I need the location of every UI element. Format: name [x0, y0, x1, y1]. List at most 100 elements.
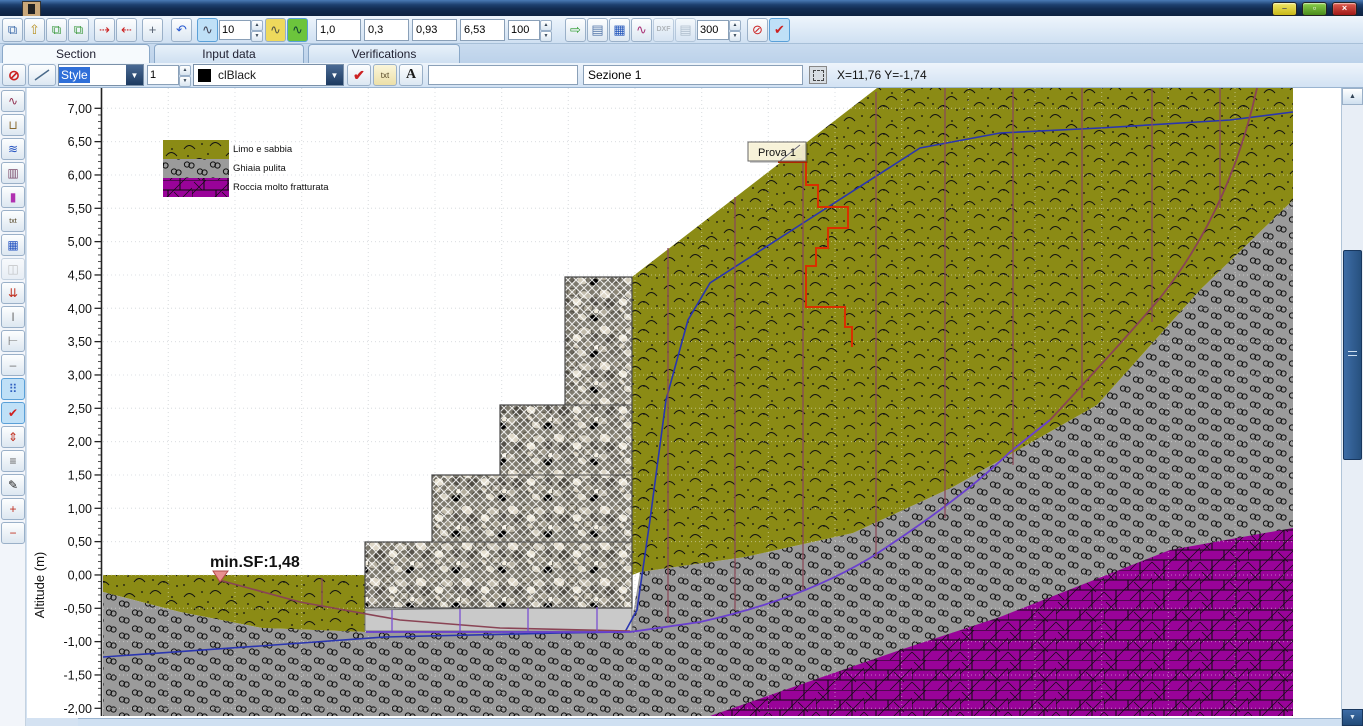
text-button[interactable]: txt [373, 64, 397, 86]
remove-vertex-button[interactable]: − [1, 522, 25, 544]
vertical-scrollbar[interactable]: ▲ ▼ [1341, 88, 1363, 726]
water-table-button[interactable]: ≋ [1, 138, 25, 160]
width-input[interactable] [147, 65, 179, 85]
section-name-input[interactable] [583, 65, 803, 85]
region-select-button[interactable] [809, 66, 827, 84]
report-icon: ▤ [679, 22, 691, 38]
load-arrows-button[interactable]: ⇊ [1, 282, 25, 304]
color-value: clBlack [215, 68, 326, 82]
pile-button[interactable]: ▮ [1, 186, 25, 208]
text-tool-button[interactable]: txt [1, 210, 25, 232]
cancel-icon: ⊘ [752, 22, 763, 38]
width-spinner[interactable]: ▲▼ [147, 65, 191, 85]
report-button[interactable]: ▤ [675, 18, 696, 42]
param4-field[interactable] [460, 19, 505, 41]
table-button[interactable]: ▦ [609, 18, 630, 42]
dpi-spinner-input[interactable] [697, 20, 729, 40]
spin-down-icon[interactable]: ▼ [251, 31, 263, 42]
print-preview-button[interactable]: ◫ [1, 258, 25, 280]
borehole-button[interactable]: ▥ [1, 162, 25, 184]
curve-green-button[interactable]: ∿ [287, 18, 308, 42]
legend-swatch-gravel [163, 159, 229, 178]
export-section-button[interactable]: ⧉ [46, 18, 67, 42]
confirm-style-button[interactable]: ✔ [347, 64, 371, 86]
spin-up-icon[interactable]: ▲ [251, 20, 263, 31]
close-button-button[interactable]: × [1332, 2, 1357, 16]
section-canvas[interactable]: Limo e sabbiaGhiaia pulitaRoccia molto f… [27, 88, 1341, 718]
anchor-button[interactable]: ⊢ [1, 330, 25, 352]
water-table-icon: ≋ [8, 142, 18, 156]
dropdown-arrow-icon[interactable]: ▼ [326, 65, 343, 85]
spin-up-icon[interactable]: ▲ [729, 20, 741, 31]
scroll-down-button[interactable]: ▼ [1342, 709, 1363, 726]
interval-spinner-input[interactable] [219, 20, 251, 40]
table-tool-button[interactable]: ▦ [1, 234, 25, 256]
open-button[interactable]: ⇧ [24, 18, 45, 42]
horizontal-scrollbar[interactable] [78, 718, 1341, 726]
scrollbar-thumb[interactable] [1343, 250, 1362, 460]
axis-tick-label: 2,50 [68, 402, 92, 416]
spin-down-icon[interactable]: ▼ [540, 31, 552, 42]
line-style-button[interactable] [28, 64, 56, 86]
cancel-button[interactable]: ⊘ [747, 18, 768, 42]
remove-vertices-button[interactable]: ⇠ [116, 18, 137, 42]
verify-check-button[interactable]: ✔ [1, 402, 25, 424]
interval-spinner[interactable]: ▲▼ [219, 20, 263, 40]
spin-up-icon[interactable]: ▲ [179, 65, 191, 76]
tab-input-data[interactable]: Input data [154, 44, 304, 63]
print-button[interactable]: ▤ [587, 18, 608, 42]
style-combobox[interactable]: Style ▼ [58, 64, 144, 86]
add-vertex-button[interactable]: + [1, 498, 25, 520]
axis-tick-label: -1,00 [64, 635, 93, 649]
column-button[interactable]: I [1, 306, 25, 328]
param3-field[interactable] [412, 19, 457, 41]
scale-spinner-input[interactable] [508, 20, 540, 40]
spin-down-icon[interactable]: ▼ [179, 76, 191, 87]
spin-down-icon[interactable]: ▼ [729, 31, 741, 42]
scroll-up-button[interactable]: ▲ [1342, 88, 1363, 105]
profile-view-icon: ∿ [202, 22, 213, 38]
test-label[interactable]: Prova 1 [748, 142, 808, 163]
drawing-toolbar: ⊘ Style ▼ ▲▼ clBlack ▼ ✔ txt A X=11,76 Y… [0, 63, 1363, 88]
import-section-button[interactable]: ⧉ [68, 18, 89, 42]
dropdown-arrow-icon[interactable]: ▼ [126, 65, 143, 85]
color-combobox[interactable]: clBlack ▼ [193, 64, 344, 86]
beam-icon: – [10, 358, 17, 372]
channel-button[interactable]: ⊔ [1, 114, 25, 136]
verify-check-icon: ✔ [8, 406, 18, 420]
scale-spinner[interactable]: ▲▼ [508, 20, 552, 40]
no-draw-button[interactable]: ⊘ [2, 64, 26, 86]
minimize-button-button[interactable]: – [1272, 2, 1297, 16]
grid-snap-button[interactable]: ⠿ [1, 378, 25, 400]
tab-verifications[interactable]: Verifications [308, 44, 460, 63]
font-button[interactable]: A [399, 64, 423, 86]
dxf-export-button[interactable]: DXF [653, 18, 674, 42]
legend-swatch-rock [163, 178, 229, 197]
draw-pen-button[interactable]: ✎ [1, 474, 25, 496]
undo-icon: ↶ [176, 22, 187, 38]
legend-label: Limo e sabbia [233, 144, 293, 155]
undo-button[interactable]: ↶ [171, 18, 192, 42]
apply-button[interactable]: ✔ [769, 18, 790, 42]
chart-button[interactable]: ∿ [631, 18, 652, 42]
beam-button[interactable]: – [1, 354, 25, 376]
add-point-button[interactable]: + [142, 18, 163, 42]
section-curve-button[interactable]: ∿ [1, 90, 25, 112]
param1-field[interactable] [316, 19, 361, 41]
add-vertices-button[interactable]: ⇢ [94, 18, 115, 42]
spin-up-icon[interactable]: ▲ [540, 20, 552, 31]
notes-button[interactable]: ≡ [1, 450, 25, 472]
curve-yellow-icon: ∿ [270, 22, 281, 38]
tab-section[interactable]: Section [2, 44, 150, 63]
profile-view-button[interactable]: ∿ [197, 18, 218, 42]
line-icon [33, 68, 51, 82]
maximize-button-button[interactable]: ▫ [1302, 2, 1327, 16]
curve-yellow-button[interactable]: ∿ [265, 18, 286, 42]
param2-field[interactable] [364, 19, 409, 41]
copy-button[interactable]: ⧉ [2, 18, 23, 42]
measure-button[interactable]: ⇕ [1, 426, 25, 448]
export-button[interactable]: ⇨ [565, 18, 586, 42]
dpi-spinner[interactable]: ▲▼ [697, 20, 741, 40]
dxf-export-icon: DXF [657, 26, 671, 33]
label-input[interactable] [428, 65, 578, 85]
